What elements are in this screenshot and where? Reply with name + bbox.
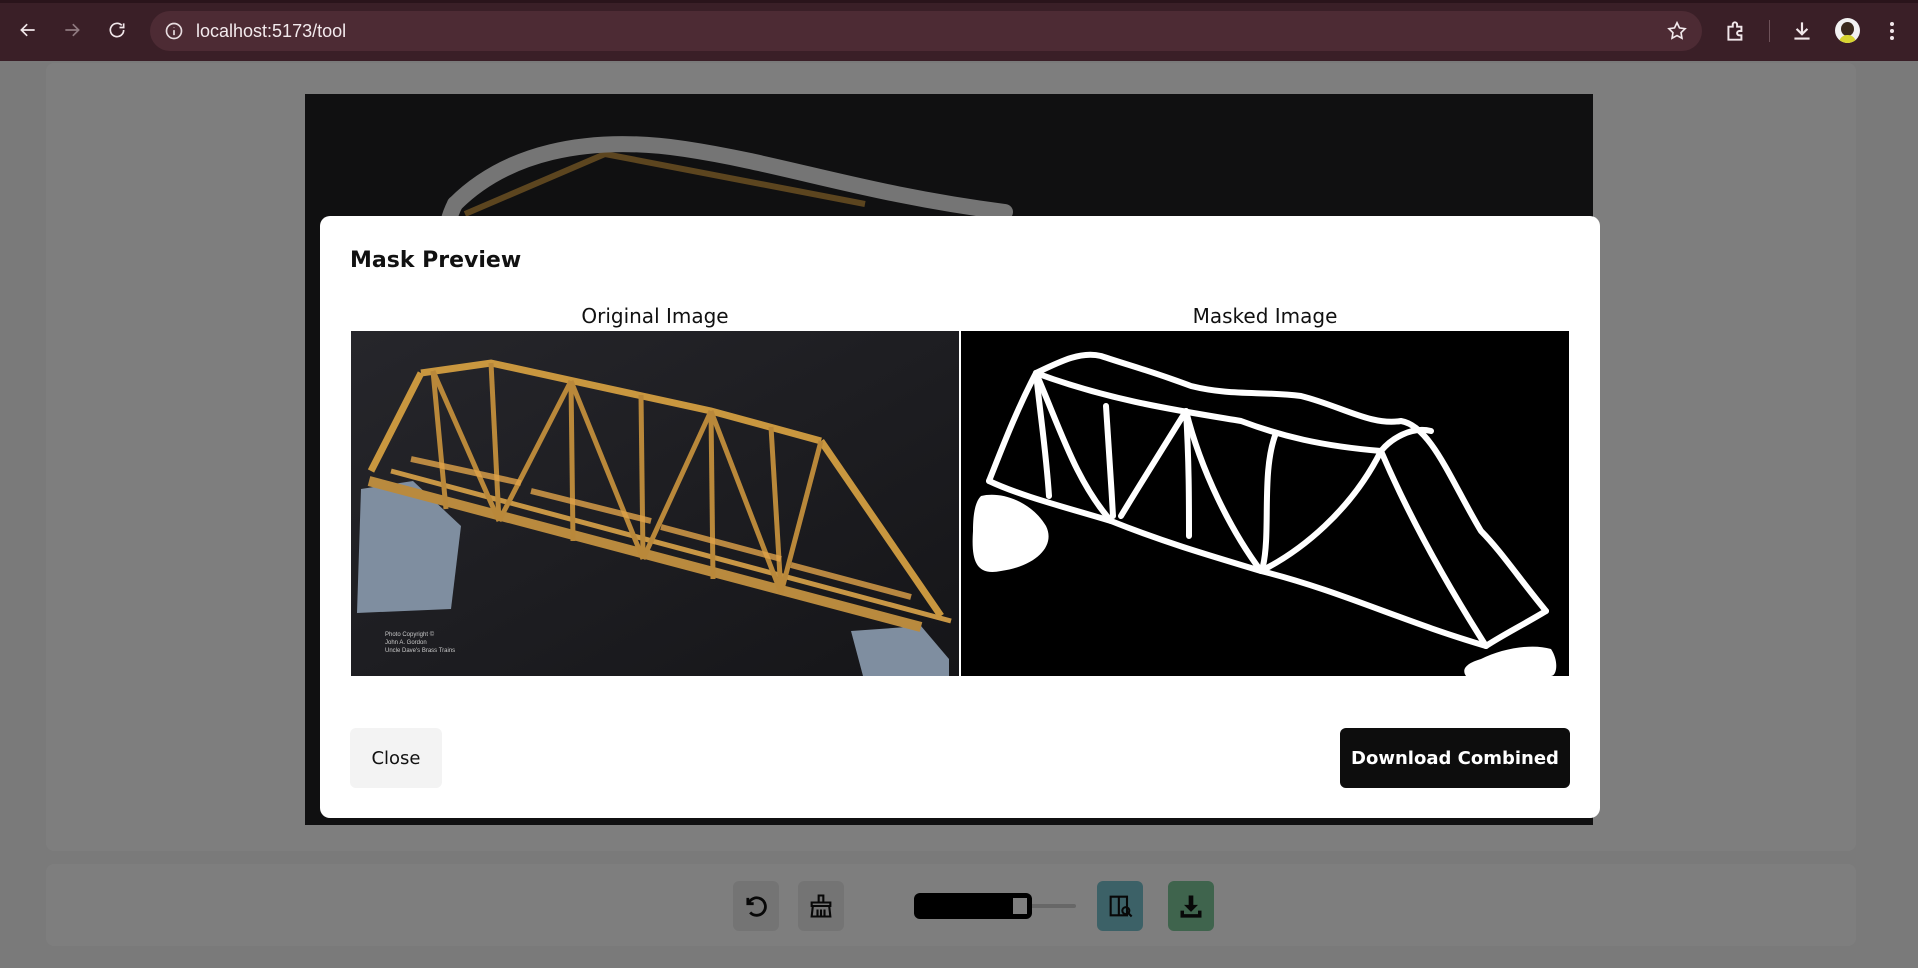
site-info-icon[interactable]: [164, 21, 184, 41]
original-image-preview: Photo Copyright © John A. Gordon Uncle D…: [351, 331, 959, 676]
url-text[interactable]: localhost:5173/tool: [196, 11, 346, 51]
back-icon[interactable]: [12, 14, 44, 46]
profile-avatar[interactable]: [1835, 18, 1860, 43]
modal-title: Mask Preview: [350, 248, 522, 273]
browser-toolbar: localhost:5173/tool: [0, 0, 1918, 61]
original-image-label: Original Image: [581, 304, 729, 328]
address-bar[interactable]: localhost:5173/tool: [150, 11, 1702, 51]
menu-kebab-icon[interactable]: [1884, 18, 1900, 44]
photo-credit-line-2: John A. Gordon: [385, 640, 427, 646]
forward-icon[interactable]: [56, 14, 88, 46]
avatar-head: [1841, 22, 1854, 36]
photo-credit-line-1: Photo Copyright ©: [385, 631, 435, 638]
avatar-body: [1839, 35, 1856, 43]
extensions-icon[interactable]: [1723, 18, 1749, 44]
masked-image-label: Masked Image: [1192, 304, 1338, 328]
toolbar-divider: [1769, 20, 1770, 42]
download-combined-button[interactable]: Download Combined: [1340, 728, 1570, 788]
masked-image-preview: [961, 331, 1569, 676]
downloads-icon[interactable]: [1789, 18, 1815, 44]
tab-strip-edge: [0, 0, 1918, 3]
reload-icon[interactable]: [101, 14, 133, 46]
mask-preview-modal: Mask Preview Original Image Masked Image: [320, 216, 1600, 818]
close-button[interactable]: Close: [350, 728, 442, 788]
bookmark-star-icon[interactable]: [1666, 20, 1688, 42]
photo-credit-line-3: Uncle Dave's Brass Trains: [385, 648, 455, 654]
